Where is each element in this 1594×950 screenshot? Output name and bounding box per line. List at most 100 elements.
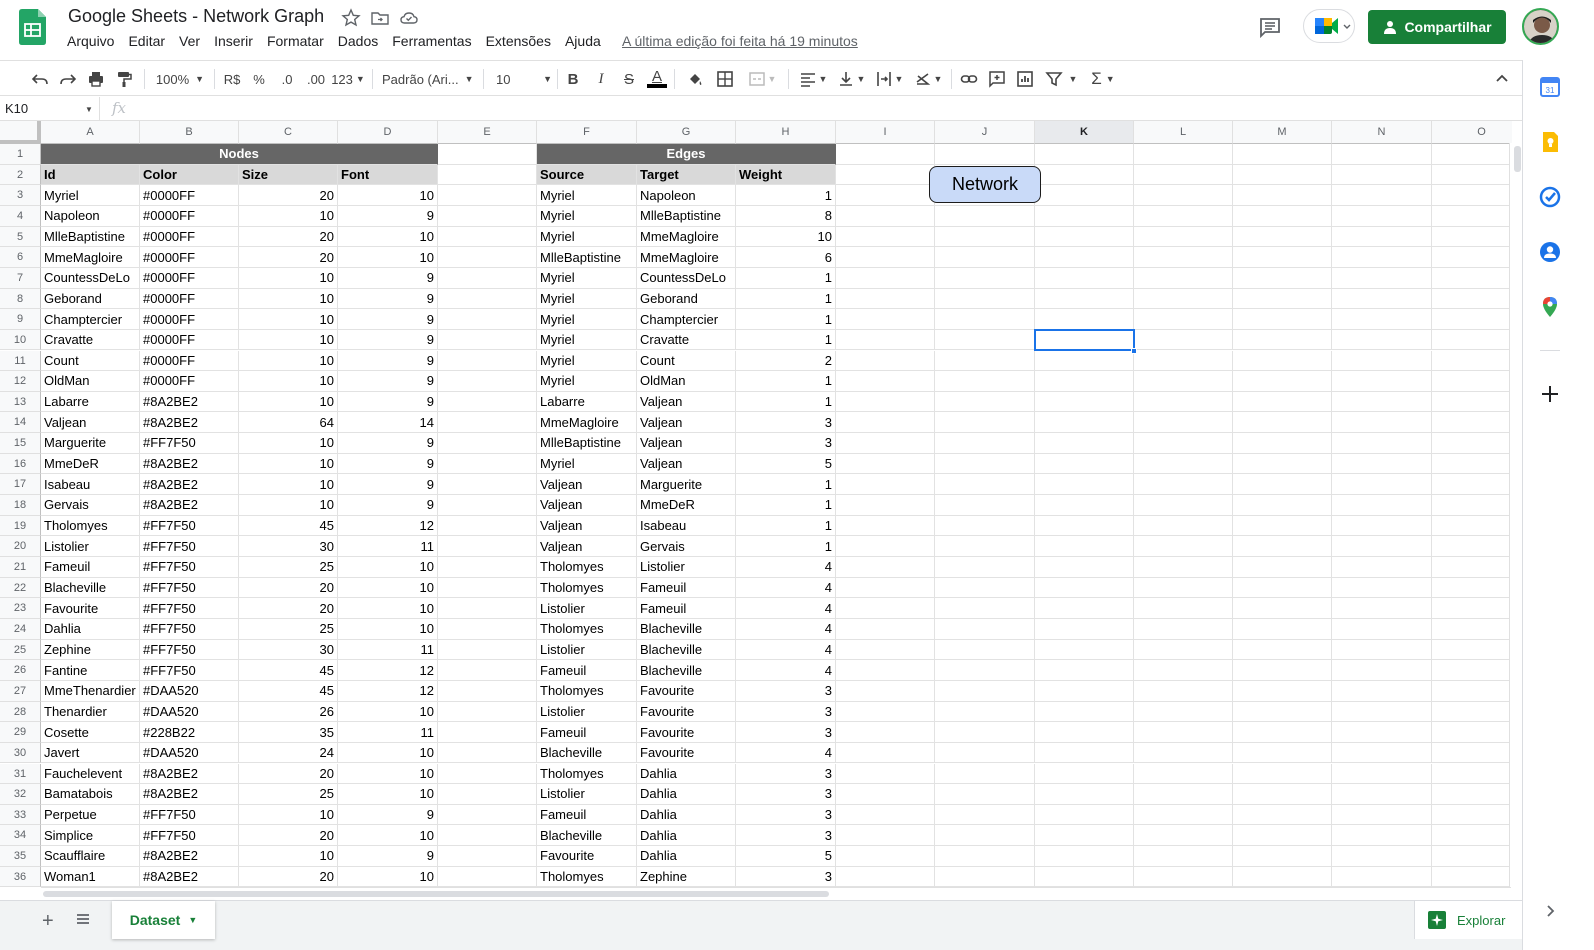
table-cell[interactable]: #DAA520	[140, 701, 239, 723]
table-cell[interactable]: Myriel	[537, 267, 637, 289]
empty-cell[interactable]	[935, 866, 1035, 887]
table-cell[interactable]: 10	[239, 846, 338, 867]
table-cell[interactable]: Myriel	[537, 309, 637, 330]
empty-cell[interactable]	[1332, 618, 1432, 640]
empty-cell[interactable]	[438, 329, 537, 351]
table-cell[interactable]: 3	[736, 701, 836, 723]
empty-cell[interactable]	[836, 391, 935, 413]
table-cell[interactable]: #FF7F50	[140, 825, 239, 847]
table-cell[interactable]: Valjean	[537, 474, 637, 496]
all-sheets-icon[interactable]	[74, 910, 92, 928]
table-cell[interactable]: Blacheville	[537, 742, 637, 764]
table-cell[interactable]: 10	[239, 309, 338, 330]
empty-cell[interactable]	[1134, 309, 1233, 330]
table-cell[interactable]: #0000FF	[140, 267, 239, 289]
empty-cell[interactable]	[935, 495, 1035, 516]
currency-format-button[interactable]: R$	[221, 67, 243, 91]
table-cell[interactable]: Favourite	[637, 680, 736, 702]
empty-cell[interactable]	[836, 144, 935, 165]
table-cell[interactable]: #FF7F50	[140, 598, 239, 619]
table-cell[interactable]: 10	[338, 742, 438, 764]
table-cell[interactable]: Isabeau	[41, 474, 140, 496]
empty-cell[interactable]	[1035, 701, 1134, 723]
empty-cell[interactable]	[836, 309, 935, 330]
table-cell[interactable]: 9	[338, 495, 438, 516]
table-cell[interactable]: #8A2BE2	[140, 474, 239, 496]
empty-cell[interactable]	[1035, 536, 1134, 557]
table-cell[interactable]: 10	[338, 557, 438, 578]
table-cell[interactable]: 1	[736, 495, 836, 516]
table-cell[interactable]: 11	[338, 722, 438, 743]
empty-cell[interactable]	[1332, 557, 1432, 578]
empty-cell[interactable]	[1134, 267, 1233, 289]
empty-cell[interactable]	[935, 742, 1035, 764]
table-cell[interactable]: 3	[736, 804, 836, 826]
empty-cell[interactable]	[1332, 433, 1432, 454]
font-select[interactable]: Padrão (Ari... ▼	[382, 67, 477, 91]
table-cell[interactable]: 9	[338, 474, 438, 496]
empty-cell[interactable]	[1432, 433, 1512, 454]
empty-cell[interactable]	[1134, 680, 1233, 702]
empty-cell[interactable]	[1233, 226, 1332, 248]
empty-cell[interactable]	[935, 329, 1035, 351]
table-cell[interactable]: Blacheville	[537, 825, 637, 847]
table-cell[interactable]: 25	[239, 618, 338, 640]
empty-cell[interactable]	[935, 660, 1035, 681]
meet-button[interactable]	[1303, 9, 1355, 43]
table-cell[interactable]: 3	[736, 763, 836, 785]
menu-ferramentas[interactable]: Ferramentas	[385, 33, 478, 53]
menu-dados[interactable]: Dados	[331, 33, 385, 53]
table-cell[interactable]: Listolier	[537, 701, 637, 723]
table-cell[interactable]: MmeMagloire	[537, 412, 637, 434]
row-header[interactable]: 20	[0, 536, 41, 557]
formula-input[interactable]	[140, 97, 1520, 121]
empty-cell[interactable]	[1134, 515, 1233, 537]
table-cell[interactable]: 10	[338, 577, 438, 599]
table-cell[interactable]: MmeMagloire	[637, 247, 736, 268]
table-cell[interactable]: Javert	[41, 742, 140, 764]
menu-editar[interactable]: Editar	[121, 33, 172, 53]
empty-cell[interactable]	[1035, 185, 1134, 206]
empty-cell[interactable]	[1332, 226, 1432, 248]
nodes-column-header[interactable]: Font	[338, 164, 438, 186]
empty-cell[interactable]	[1233, 680, 1332, 702]
row-header[interactable]: 21	[0, 557, 41, 578]
edges-title[interactable]: Edges	[537, 144, 836, 165]
empty-cell[interactable]	[1233, 763, 1332, 785]
empty-cell[interactable]	[438, 412, 537, 434]
table-cell[interactable]: Blacheville	[637, 639, 736, 661]
empty-cell[interactable]	[1233, 391, 1332, 413]
empty-cell[interactable]	[1432, 206, 1512, 227]
empty-cell[interactable]	[836, 185, 935, 206]
empty-cell[interactable]	[1432, 474, 1512, 496]
table-cell[interactable]: #8A2BE2	[140, 763, 239, 785]
table-cell[interactable]: 20	[239, 247, 338, 268]
table-cell[interactable]: #8A2BE2	[140, 846, 239, 867]
empty-cell[interactable]	[1035, 846, 1134, 867]
table-cell[interactable]: Tholomyes	[537, 763, 637, 785]
empty-cell[interactable]	[935, 825, 1035, 847]
empty-cell[interactable]	[1332, 288, 1432, 310]
table-cell[interactable]: Scaufflaire	[41, 846, 140, 867]
empty-cell[interactable]	[1432, 516, 1512, 537]
table-cell[interactable]: 10	[239, 371, 338, 392]
table-cell[interactable]: Valjean	[637, 453, 736, 475]
empty-cell[interactable]	[1134, 495, 1233, 516]
table-cell[interactable]: Fameuil	[537, 660, 637, 681]
empty-cell[interactable]	[836, 536, 935, 557]
empty-cell[interactable]	[1134, 329, 1233, 351]
table-cell[interactable]: 10	[239, 288, 338, 310]
empty-cell[interactable]	[1134, 784, 1233, 805]
empty-cell[interactable]	[1134, 185, 1233, 206]
empty-cell[interactable]	[1035, 515, 1134, 537]
table-cell[interactable]: 9	[338, 288, 438, 310]
column-header[interactable]: G	[637, 121, 736, 144]
table-cell[interactable]: OldMan	[637, 371, 736, 392]
menu-ver[interactable]: Ver	[172, 33, 207, 53]
empty-cell[interactable]	[1233, 350, 1332, 372]
table-cell[interactable]: MmeMagloire	[637, 226, 736, 248]
empty-cell[interactable]	[1134, 226, 1233, 248]
empty-cell[interactable]	[1134, 371, 1233, 392]
empty-cell[interactable]	[1233, 495, 1332, 516]
table-cell[interactable]: Favourite	[41, 598, 140, 619]
